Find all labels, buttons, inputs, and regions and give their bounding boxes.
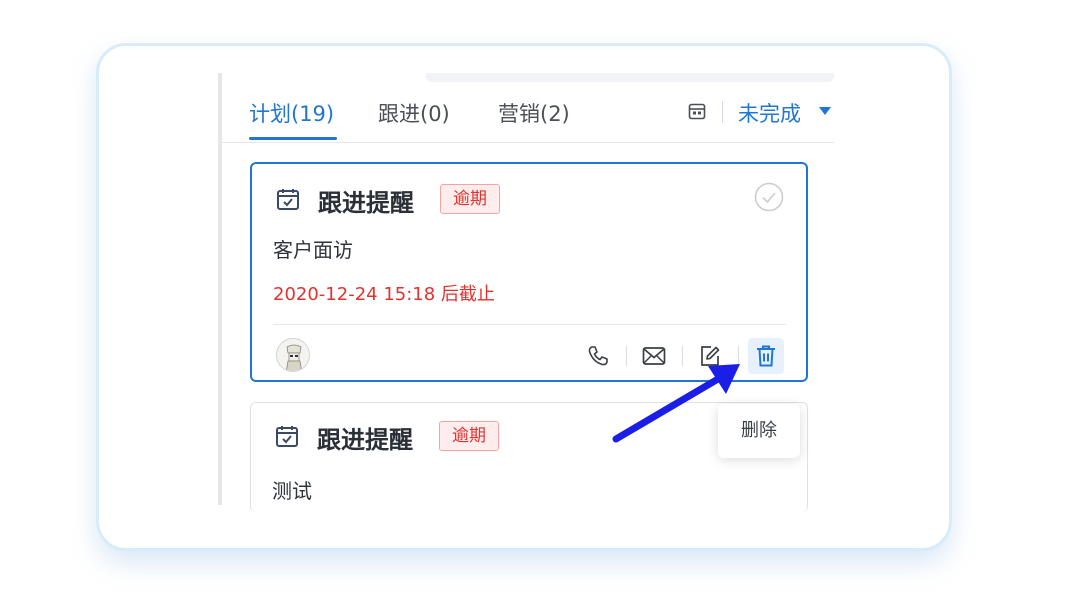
- card-divider: [273, 324, 786, 325]
- top-strip: [426, 73, 834, 82]
- task-subject: 测试: [272, 479, 312, 503]
- status-filter[interactable]: 未完成: [738, 98, 801, 126]
- avatar[interactable]: [276, 338, 310, 372]
- annotation-arrow-icon: [612, 364, 740, 443]
- tab-plan[interactable]: 计划(19): [249, 98, 334, 128]
- avatar-image: [277, 339, 309, 371]
- tab-marketing[interactable]: 营销(2): [498, 98, 570, 128]
- task-card[interactable]: 跟进提醒 逾期 客户面访 2020-12-24 15:18 后截止: [250, 162, 808, 382]
- tab-follow-up[interactable]: 跟进(0): [378, 98, 450, 128]
- calendar-check-icon: [276, 426, 298, 447]
- overdue-badge: 逾期: [440, 184, 500, 214]
- calendar-check-icon: [277, 189, 299, 210]
- task-deadline: 2020-12-24 15:18 后截止: [273, 284, 495, 305]
- task-subject: 客户面访: [273, 238, 353, 262]
- task-tabs: 计划(19) 跟进(0) 营销(2) 未完成: [222, 92, 834, 143]
- active-tab-indicator: [249, 137, 337, 140]
- overdue-badge: 逾期: [439, 421, 499, 451]
- card-title: 跟进提醒: [318, 189, 414, 217]
- chevron-down-icon[interactable]: [819, 107, 831, 115]
- complete-check-icon[interactable]: [754, 182, 784, 212]
- filter-divider: [722, 101, 723, 123]
- calendar-icon[interactable]: [688, 102, 706, 120]
- card-title: 跟进提醒: [317, 426, 413, 454]
